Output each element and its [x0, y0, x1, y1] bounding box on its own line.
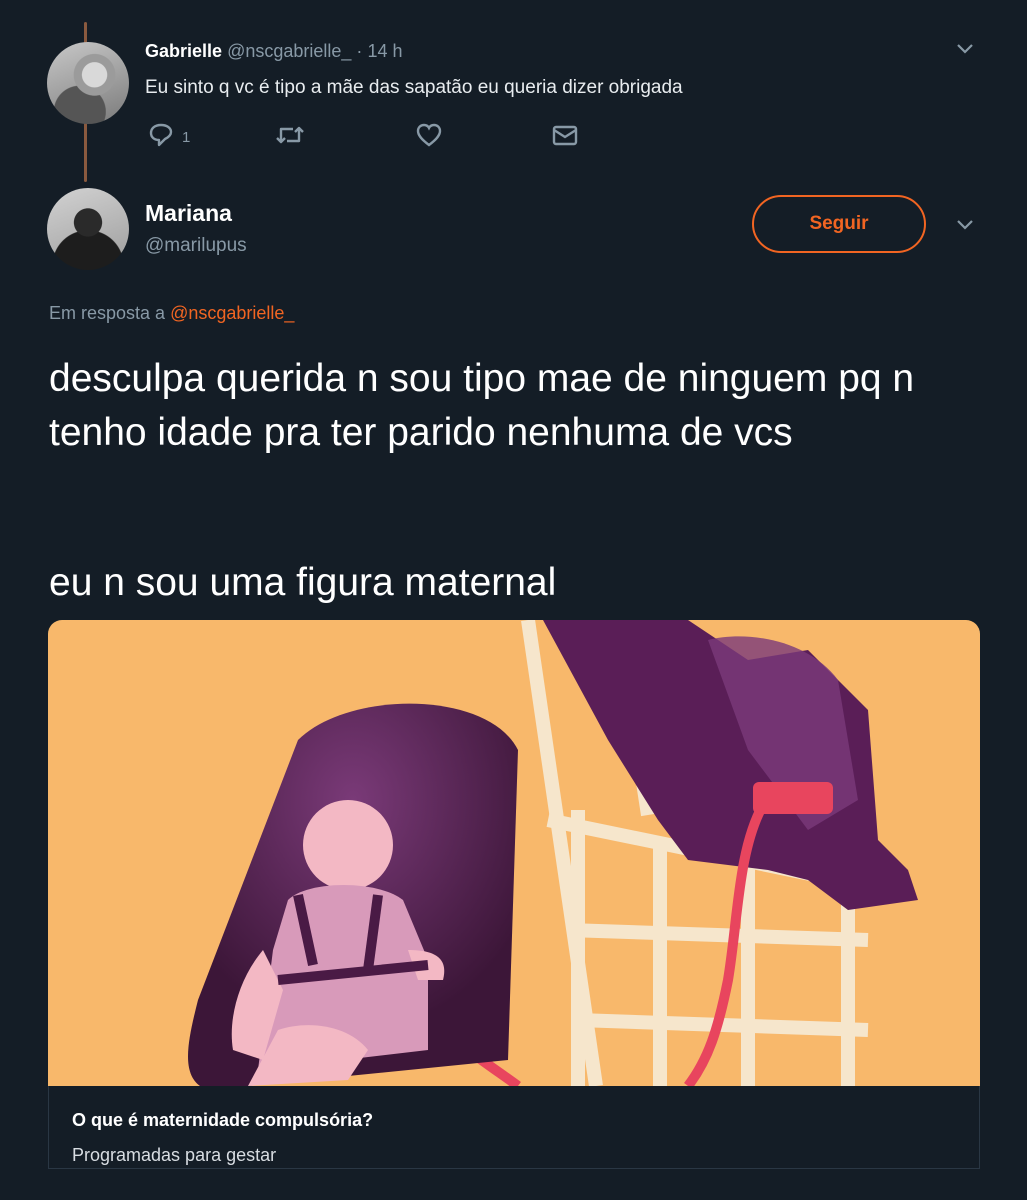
like-button[interactable]: [415, 122, 443, 152]
avatar[interactable]: [47, 42, 129, 124]
chevron-down-icon[interactable]: [956, 214, 974, 237]
reply-icon: [148, 122, 174, 152]
reply-context: Em resposta a @nscgabrielle_: [49, 303, 294, 324]
like-icon: [415, 122, 443, 152]
retweet-icon: [275, 122, 305, 152]
reply-author-name[interactable]: Gabrielle: [145, 41, 222, 61]
card-illustration: [48, 620, 980, 1086]
reply-count: 1: [182, 128, 191, 146]
message-icon: [551, 122, 579, 152]
tweet-text-line-2: eu n sou uma figura maternal: [49, 561, 557, 604]
avatar[interactable]: [47, 188, 129, 270]
card-description: Programadas para gestar: [72, 1145, 277, 1165]
reply-author-handle[interactable]: @nscgabrielle_: [227, 41, 351, 61]
author-name[interactable]: Mariana: [145, 200, 232, 227]
follow-button[interactable]: Seguir: [752, 195, 926, 253]
separator: ·: [356, 41, 363, 61]
chevron-down-icon[interactable]: [956, 38, 974, 61]
retweet-button[interactable]: [275, 122, 305, 152]
author-handle[interactable]: @marilupus: [145, 235, 247, 257]
reply-tweet-header: Gabrielle @nscgabrielle_ · 14 h: [145, 41, 402, 62]
reply-timestamp[interactable]: 14 h: [367, 41, 402, 61]
reply-tweet-text: Eu sinto q vc é tipo a mãe das sapatão e…: [145, 77, 683, 98]
reply-mention-link[interactable]: @nscgabrielle_: [170, 303, 294, 323]
reply-prefix: Em resposta a: [49, 303, 166, 323]
message-button[interactable]: [551, 122, 579, 152]
card-title[interactable]: O que é maternidade compulsória?: [72, 1110, 373, 1131]
tweet-text: desculpa querida n sou tipo mae de ningu…: [49, 357, 915, 454]
reply-button[interactable]: 1: [148, 122, 190, 152]
